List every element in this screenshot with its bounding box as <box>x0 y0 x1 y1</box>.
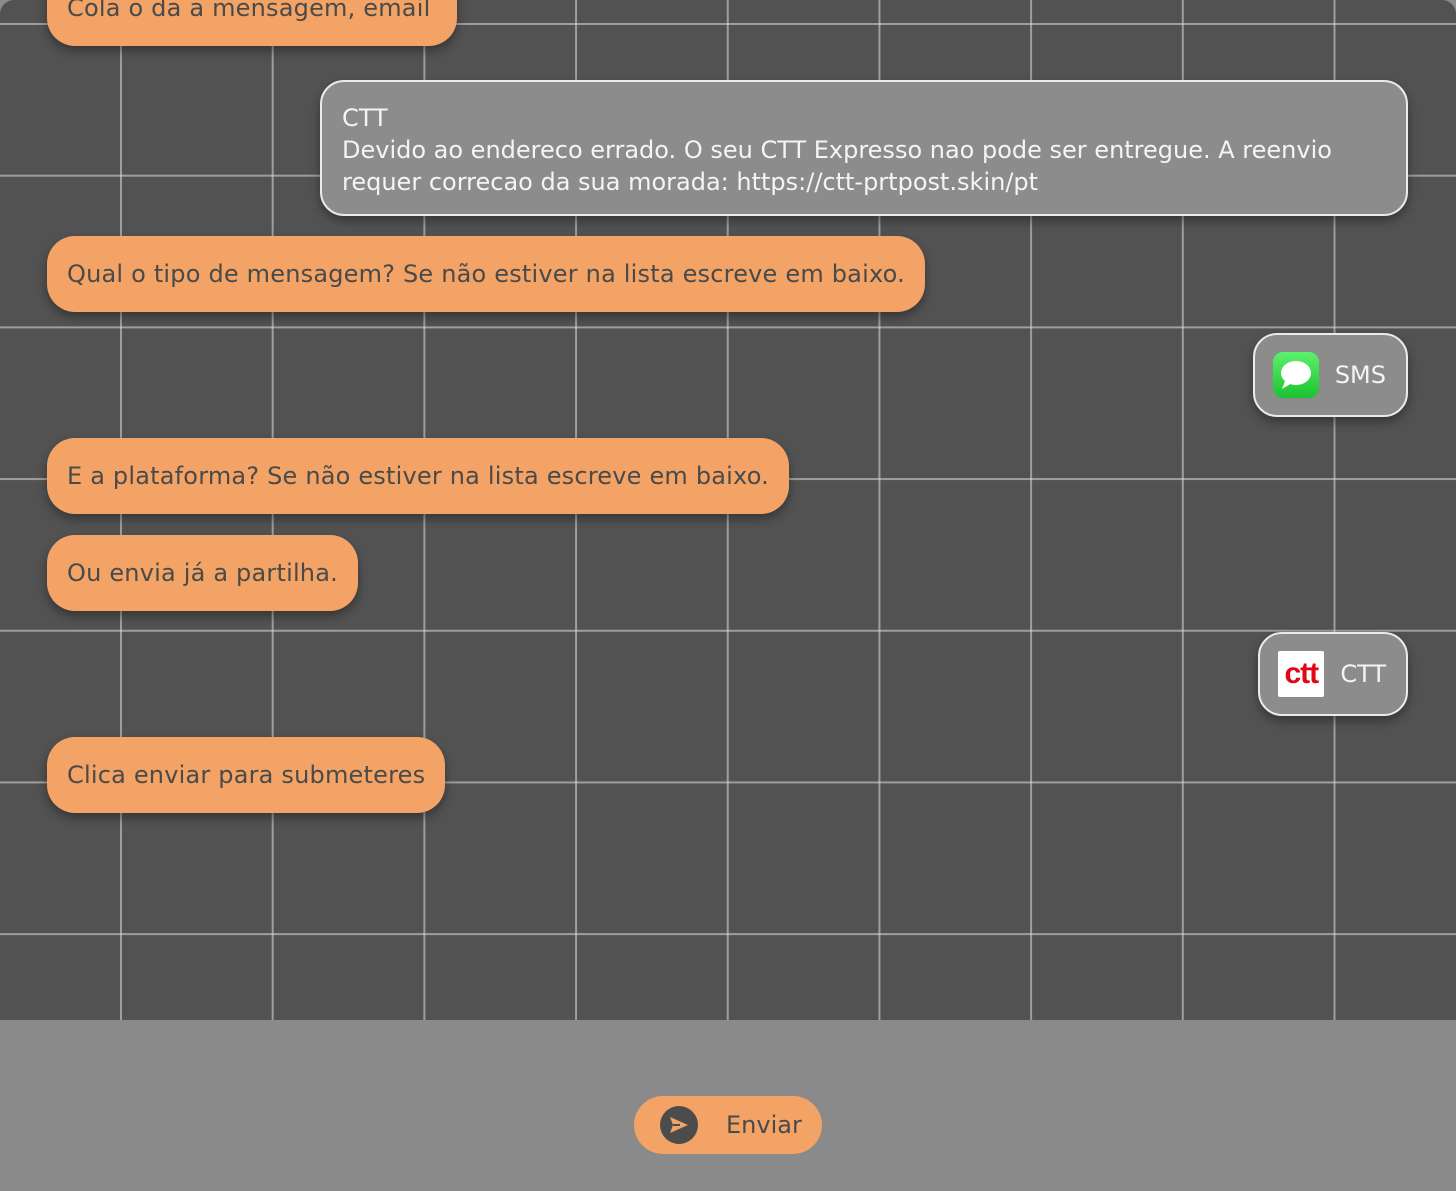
bot-message-submit-hint: Clica enviar para submeteres <box>47 737 446 813</box>
send-arrow-icon <box>660 1106 698 1144</box>
ctt-logo-text: ctt <box>1284 657 1320 690</box>
message-bubble-icon <box>1272 352 1319 398</box>
chat-area: Cola o da a mensagem, email CTT Devido a… <box>0 0 1456 1020</box>
bot-message-type-question: Qual o tipo de mensagem? Se não estiver … <box>47 236 925 312</box>
bot-message-platform-question-text: E a plataforma? Se não estiver na lista … <box>67 462 769 490</box>
platform-choice-ctt[interactable]: ctt CTT <box>1258 632 1408 716</box>
bot-message-partial: Cola o da a mensagem, email <box>47 0 457 46</box>
user-message-sender: CTT <box>342 104 388 132</box>
type-choice-label: SMS <box>1334 361 1386 389</box>
bot-message-share-hint: Ou envia já a partilha. <box>47 535 358 611</box>
bot-message-share-hint-text: Ou envia já a partilha. <box>67 559 338 587</box>
type-choice-sms[interactable]: SMS <box>1252 333 1408 417</box>
platform-choice-label: CTT <box>1340 660 1386 688</box>
send-button[interactable]: Enviar <box>634 1096 822 1154</box>
user-message-body: Devido ao endereco errado. O seu CTT Exp… <box>342 136 1332 196</box>
bot-message-type-question-text: Qual o tipo de mensagem? Se não estiver … <box>67 260 905 288</box>
bot-message-platform-question: E a plataforma? Se não estiver na lista … <box>47 438 789 514</box>
footer-bar: Enviar <box>0 1020 1456 1191</box>
user-message-shared: CTT Devido ao endereco errado. O seu CTT… <box>320 80 1408 216</box>
send-button-label: Enviar <box>726 1111 802 1139</box>
ctt-logo-icon: ctt <box>1278 651 1325 697</box>
bot-message-submit-hint-text: Clica enviar para submeteres <box>67 761 426 789</box>
bot-message-partial-text: Cola o da a mensagem, email <box>67 0 431 22</box>
